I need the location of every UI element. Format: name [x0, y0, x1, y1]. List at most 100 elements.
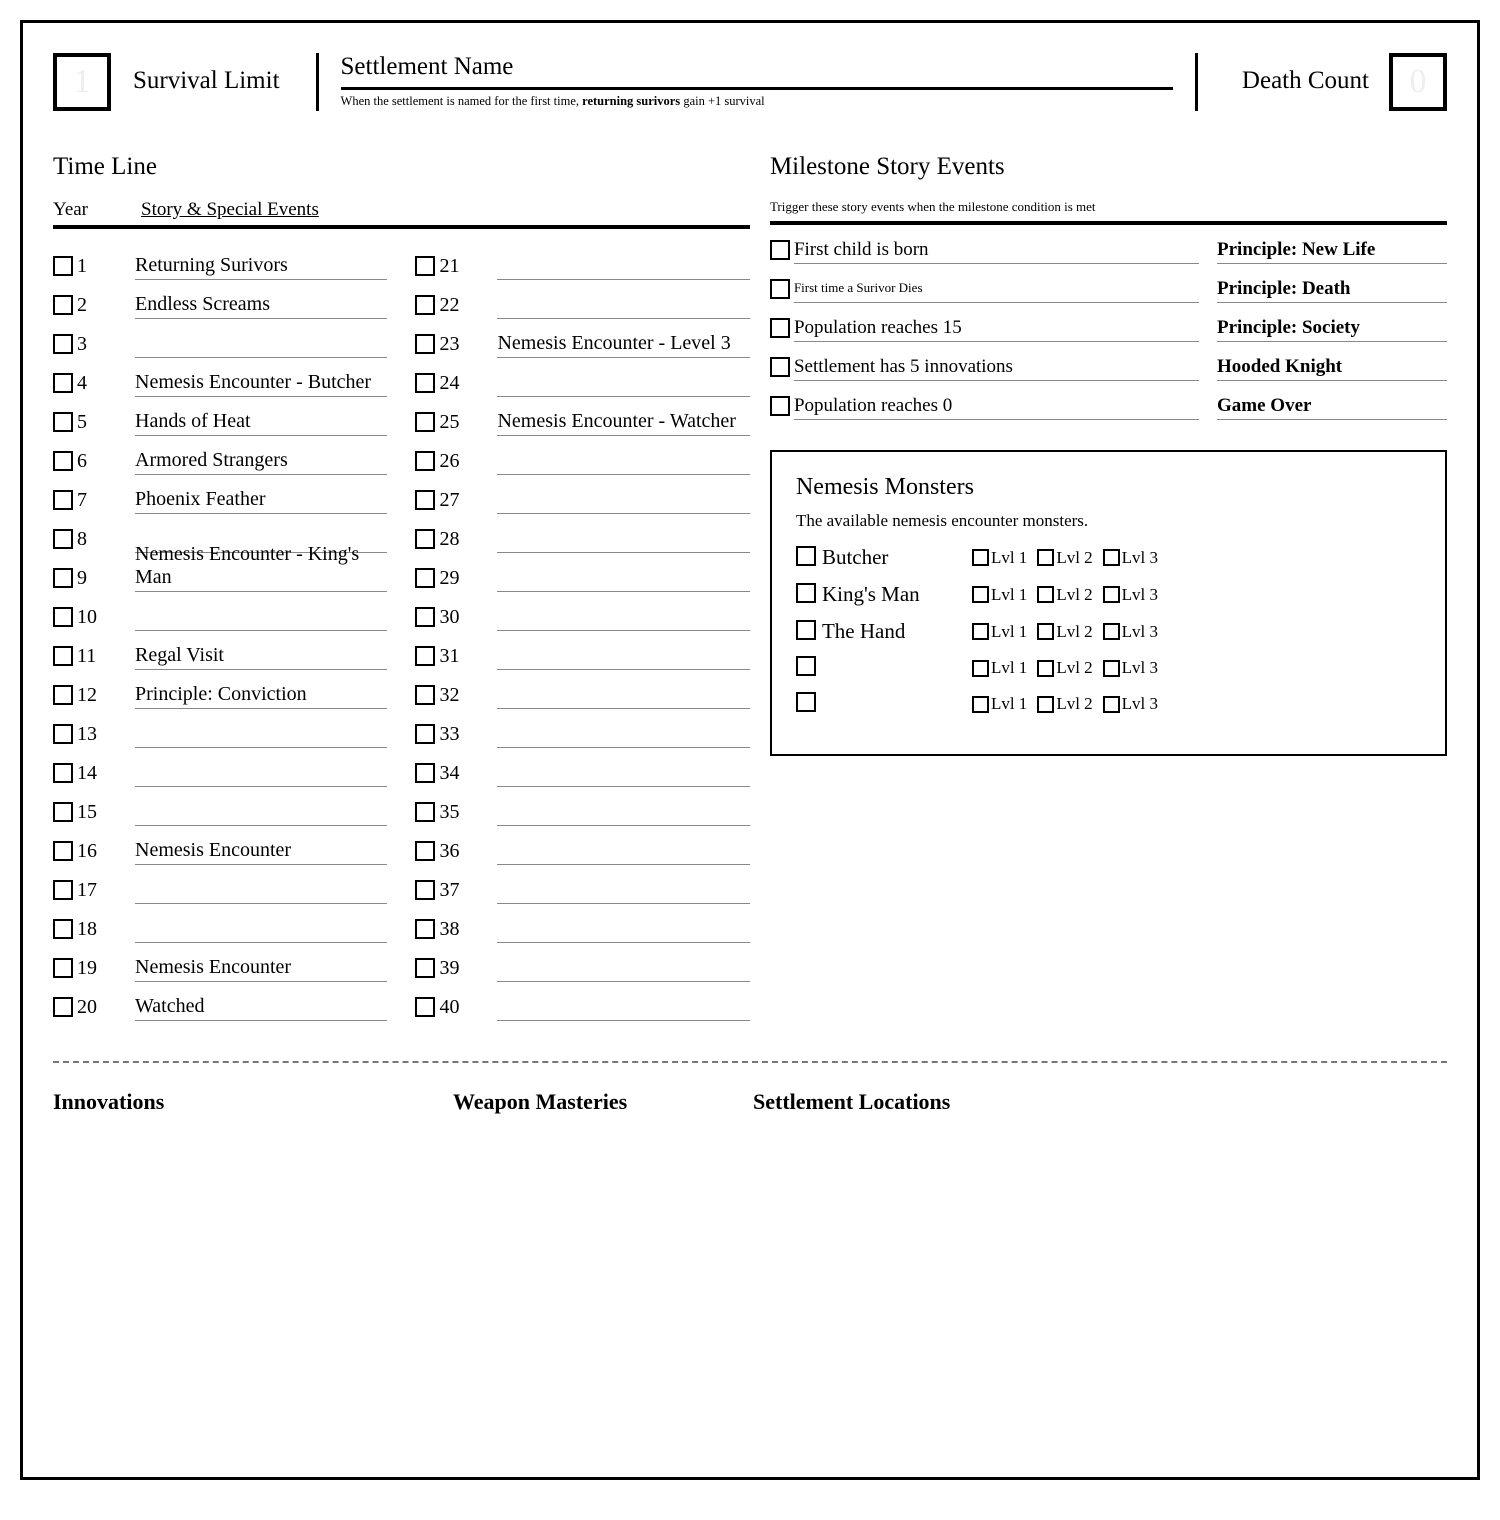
year-event[interactable]: Endless Screams — [135, 293, 387, 319]
year-event[interactable] — [135, 726, 387, 748]
year-checkbox[interactable] — [53, 451, 73, 471]
year-event[interactable]: Armored Strangers — [135, 449, 387, 475]
nemesis-checkbox[interactable] — [796, 546, 816, 566]
year-event[interactable] — [497, 999, 749, 1021]
nemesis-level-checkbox[interactable] — [1103, 623, 1120, 640]
year-event[interactable] — [497, 921, 749, 943]
year-checkbox[interactable] — [53, 919, 73, 939]
year-event[interactable] — [497, 648, 749, 670]
nemesis-level-checkbox[interactable] — [1037, 623, 1054, 640]
year-checkbox[interactable] — [415, 451, 435, 471]
year-checkbox[interactable] — [53, 373, 73, 393]
year-event[interactable]: Nemesis Encounter - Butcher — [135, 371, 387, 397]
year-event[interactable] — [135, 921, 387, 943]
nemesis-level-checkbox[interactable] — [972, 586, 989, 603]
year-event[interactable]: Principle: Conviction — [135, 683, 387, 709]
nemesis-level-checkbox[interactable] — [1037, 549, 1054, 566]
year-event[interactable]: Nemesis Encounter — [135, 956, 387, 982]
year-event[interactable]: Nemesis Encounter - Watcher — [497, 410, 749, 436]
settlement-name-label[interactable]: Settlement Name — [341, 53, 1173, 90]
year-event[interactable] — [135, 609, 387, 631]
year-event[interactable] — [497, 609, 749, 631]
year-checkbox[interactable] — [53, 568, 73, 588]
nemesis-checkbox[interactable] — [796, 620, 816, 640]
year-checkbox[interactable] — [415, 529, 435, 549]
year-event[interactable] — [497, 960, 749, 982]
year-event[interactable]: Phoenix Feather — [135, 488, 387, 514]
year-checkbox[interactable] — [53, 802, 73, 822]
year-checkbox[interactable] — [53, 334, 73, 354]
year-checkbox[interactable] — [415, 412, 435, 432]
year-event[interactable] — [497, 804, 749, 826]
year-checkbox[interactable] — [53, 841, 73, 861]
year-checkbox[interactable] — [415, 568, 435, 588]
nemesis-level-checkbox[interactable] — [972, 696, 989, 713]
year-checkbox[interactable] — [415, 958, 435, 978]
year-checkbox[interactable] — [415, 841, 435, 861]
nemesis-level-checkbox[interactable] — [1103, 549, 1120, 566]
year-event[interactable]: Returning Surivors — [135, 254, 387, 280]
milestone-checkbox[interactable] — [770, 279, 790, 299]
year-event[interactable] — [497, 453, 749, 475]
year-checkbox[interactable] — [53, 490, 73, 510]
year-checkbox[interactable] — [415, 334, 435, 354]
year-event[interactable] — [497, 570, 749, 592]
year-event[interactable] — [497, 492, 749, 514]
year-event[interactable] — [135, 336, 387, 358]
year-checkbox[interactable] — [415, 802, 435, 822]
year-checkbox[interactable] — [53, 958, 73, 978]
year-checkbox[interactable] — [53, 529, 73, 549]
death-count-box[interactable]: 0 — [1389, 53, 1447, 111]
year-checkbox[interactable] — [415, 490, 435, 510]
year-event[interactable] — [497, 726, 749, 748]
year-checkbox[interactable] — [53, 412, 73, 432]
nemesis-level-checkbox[interactable] — [1037, 586, 1054, 603]
year-event[interactable] — [497, 531, 749, 553]
year-event[interactable]: Nemesis Encounter - King's Man — [135, 543, 387, 592]
year-event[interactable]: Hands of Heat — [135, 410, 387, 436]
year-checkbox[interactable] — [415, 607, 435, 627]
nemesis-level-checkbox[interactable] — [972, 660, 989, 677]
year-event[interactable] — [497, 882, 749, 904]
milestone-checkbox[interactable] — [770, 318, 790, 338]
year-checkbox[interactable] — [415, 256, 435, 276]
year-checkbox[interactable] — [415, 724, 435, 744]
year-event[interactable] — [497, 258, 749, 280]
year-checkbox[interactable] — [415, 880, 435, 900]
year-checkbox[interactable] — [53, 880, 73, 900]
milestone-checkbox[interactable] — [770, 357, 790, 377]
year-checkbox[interactable] — [415, 919, 435, 939]
survival-limit-box[interactable]: 1 — [53, 53, 111, 111]
year-event[interactable] — [135, 882, 387, 904]
year-checkbox[interactable] — [53, 607, 73, 627]
year-checkbox[interactable] — [415, 646, 435, 666]
year-checkbox[interactable] — [53, 256, 73, 276]
year-event[interactable] — [135, 765, 387, 787]
year-checkbox[interactable] — [415, 373, 435, 393]
year-checkbox[interactable] — [415, 295, 435, 315]
milestone-checkbox[interactable] — [770, 396, 790, 416]
year-event[interactable]: Nemesis Encounter - Level 3 — [497, 332, 749, 358]
nemesis-checkbox[interactable] — [796, 656, 816, 676]
year-checkbox[interactable] — [53, 646, 73, 666]
nemesis-level-checkbox[interactable] — [1037, 660, 1054, 677]
year-checkbox[interactable] — [53, 685, 73, 705]
year-event[interactable] — [497, 375, 749, 397]
year-checkbox[interactable] — [415, 763, 435, 783]
year-event[interactable] — [497, 687, 749, 709]
nemesis-level-checkbox[interactable] — [1037, 696, 1054, 713]
year-checkbox[interactable] — [53, 724, 73, 744]
year-checkbox[interactable] — [415, 685, 435, 705]
year-checkbox[interactable] — [415, 997, 435, 1017]
year-event[interactable] — [497, 843, 749, 865]
year-event[interactable]: Watched — [135, 995, 387, 1021]
year-checkbox[interactable] — [53, 295, 73, 315]
milestone-checkbox[interactable] — [770, 240, 790, 260]
nemesis-checkbox[interactable] — [796, 692, 816, 712]
nemesis-level-checkbox[interactable] — [1103, 696, 1120, 713]
nemesis-level-checkbox[interactable] — [972, 623, 989, 640]
nemesis-level-checkbox[interactable] — [1103, 586, 1120, 603]
year-checkbox[interactable] — [53, 763, 73, 783]
nemesis-level-checkbox[interactable] — [972, 549, 989, 566]
year-event[interactable] — [497, 297, 749, 319]
